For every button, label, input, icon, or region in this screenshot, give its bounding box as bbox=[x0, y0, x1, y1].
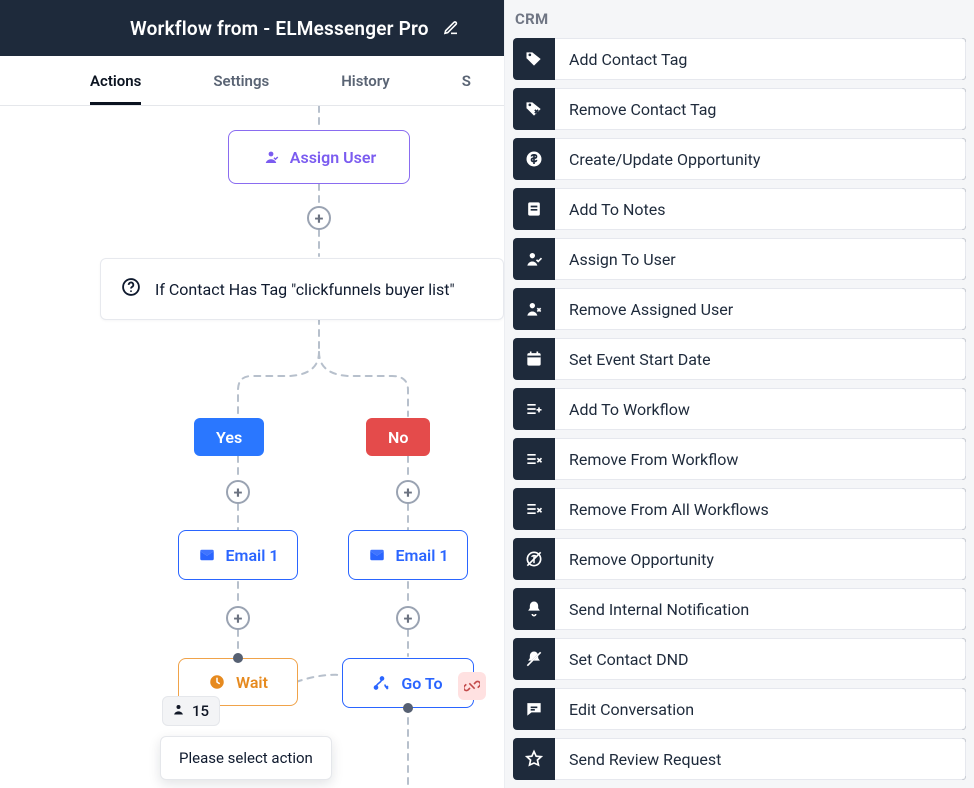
tooltip-text: Please select action bbox=[179, 749, 313, 767]
edit-title-icon[interactable] bbox=[443, 20, 459, 36]
chat-icon bbox=[513, 688, 555, 730]
tab-settings[interactable]: Settings bbox=[213, 58, 269, 105]
action-item-label: Edit Conversation bbox=[555, 688, 966, 730]
action-item[interactable]: Remove From Workflow bbox=[513, 438, 966, 480]
action-item-label: Remove Opportunity bbox=[555, 538, 966, 580]
window-titlebar: Workflow from - ELMessenger Pro bbox=[0, 0, 504, 56]
action-item-label: Create/Update Opportunity bbox=[555, 138, 966, 180]
action-item-label: Remove Contact Tag bbox=[555, 88, 966, 130]
action-item-label: Add Contact Tag bbox=[555, 38, 966, 80]
calendar-icon bbox=[513, 338, 555, 380]
action-item-label: Send Review Request bbox=[555, 738, 966, 780]
action-item-label: Set Contact DND bbox=[555, 638, 966, 680]
email-node[interactable]: Email 1 bbox=[178, 530, 298, 580]
action-item-label: Set Event Start Date bbox=[555, 338, 966, 380]
assign-user-icon bbox=[262, 148, 280, 166]
add-step-button[interactable]: + bbox=[396, 480, 420, 504]
action-item-label: Add To Notes bbox=[555, 188, 966, 230]
tag-x-icon bbox=[513, 88, 555, 130]
user-x-icon bbox=[513, 288, 555, 330]
email-node[interactable]: Email 1 bbox=[348, 530, 468, 580]
assign-user-label: Assign User bbox=[290, 148, 376, 167]
add-step-button[interactable]: + bbox=[226, 480, 250, 504]
tab-actions[interactable]: Actions bbox=[90, 58, 141, 105]
dollar-icon bbox=[513, 138, 555, 180]
page-tabs: Actions Settings History S bbox=[0, 56, 504, 106]
route-icon bbox=[373, 674, 391, 692]
list-x-icon bbox=[513, 438, 555, 480]
action-item[interactable]: Add Contact Tag bbox=[513, 38, 966, 80]
connector-dot bbox=[403, 703, 413, 713]
select-action-tooltip: Please select action bbox=[160, 736, 332, 780]
unlink-button[interactable] bbox=[458, 672, 486, 700]
actions-side-panel: CRM Add Contact Tag Remove Contact Tag Cre… bbox=[504, 0, 974, 788]
action-item[interactable]: Send Review Request bbox=[513, 738, 966, 780]
bell-slash-icon bbox=[513, 638, 555, 680]
action-item-label: Assign To User bbox=[555, 238, 966, 280]
wait-node-label: Wait bbox=[236, 673, 268, 692]
question-icon bbox=[121, 277, 141, 301]
mail-icon bbox=[198, 546, 216, 564]
email-node-label: Email 1 bbox=[226, 546, 279, 565]
branch-no-pill[interactable]: No bbox=[366, 418, 430, 456]
tag-icon bbox=[513, 38, 555, 80]
star-icon bbox=[513, 738, 555, 780]
add-step-button[interactable]: + bbox=[307, 206, 331, 230]
action-item[interactable]: Set Contact DND bbox=[513, 638, 966, 680]
branch-no-label: No bbox=[388, 428, 408, 447]
action-item-label: Remove Assigned User bbox=[555, 288, 966, 330]
dollar-slash-icon bbox=[513, 538, 555, 580]
user-check-icon bbox=[513, 238, 555, 280]
add-step-button[interactable]: + bbox=[396, 606, 420, 630]
bell-icon bbox=[513, 588, 555, 630]
action-item[interactable]: Remove Assigned User bbox=[513, 288, 966, 330]
goto-node[interactable]: Go To bbox=[342, 658, 474, 708]
tab-history[interactable]: History bbox=[341, 58, 390, 105]
condition-text: If Contact Has Tag "clickfunnels buyer l… bbox=[155, 280, 455, 299]
email-node-label: Email 1 bbox=[396, 546, 449, 565]
tab-truncated[interactable]: S bbox=[462, 58, 471, 105]
action-item[interactable]: Remove Contact Tag bbox=[513, 88, 966, 130]
action-item-label: Send Internal Notification bbox=[555, 588, 966, 630]
branch-yes-label: Yes bbox=[216, 428, 242, 447]
list-x-icon bbox=[513, 488, 555, 530]
action-item-label: Remove From All Workflows bbox=[555, 488, 966, 530]
wait-count-value: 15 bbox=[192, 702, 209, 720]
action-item[interactable]: Set Event Start Date bbox=[513, 338, 966, 380]
goto-node-label: Go To bbox=[401, 674, 442, 693]
action-item[interactable]: Send Internal Notification bbox=[513, 588, 966, 630]
workflow-canvas[interactable]: Assign User + If Contact Has Tag "clickf… bbox=[0, 106, 504, 788]
actions-list: Add Contact Tag Remove Contact Tag Create/… bbox=[505, 38, 974, 780]
action-item[interactable]: Add To Workflow bbox=[513, 388, 966, 430]
branch-yes-pill[interactable]: Yes bbox=[194, 418, 264, 456]
mail-icon bbox=[368, 546, 386, 564]
workflow-title: Workflow from - ELMessenger Pro bbox=[130, 17, 429, 40]
condition-node[interactable]: If Contact Has Tag "clickfunnels buyer l… bbox=[100, 258, 504, 320]
action-item-label: Add To Workflow bbox=[555, 388, 966, 430]
note-icon bbox=[513, 188, 555, 230]
assign-user-node[interactable]: Assign User bbox=[228, 130, 410, 184]
action-item[interactable]: Edit Conversation bbox=[513, 688, 966, 730]
list-plus-icon bbox=[513, 388, 555, 430]
action-item[interactable]: Remove From All Workflows bbox=[513, 488, 966, 530]
person-icon bbox=[171, 702, 186, 721]
action-item[interactable]: Assign To User bbox=[513, 238, 966, 280]
connector-dot bbox=[233, 653, 243, 663]
actions-group-label: CRM bbox=[505, 10, 974, 38]
clock-icon bbox=[208, 673, 226, 691]
add-step-button[interactable]: + bbox=[226, 606, 250, 630]
wait-count-chip[interactable]: 15 bbox=[162, 696, 220, 726]
action-item-label: Remove From Workflow bbox=[555, 438, 966, 480]
action-item[interactable]: Remove Opportunity bbox=[513, 538, 966, 580]
action-item[interactable]: Add To Notes bbox=[513, 188, 966, 230]
action-item[interactable]: Create/Update Opportunity bbox=[513, 138, 966, 180]
